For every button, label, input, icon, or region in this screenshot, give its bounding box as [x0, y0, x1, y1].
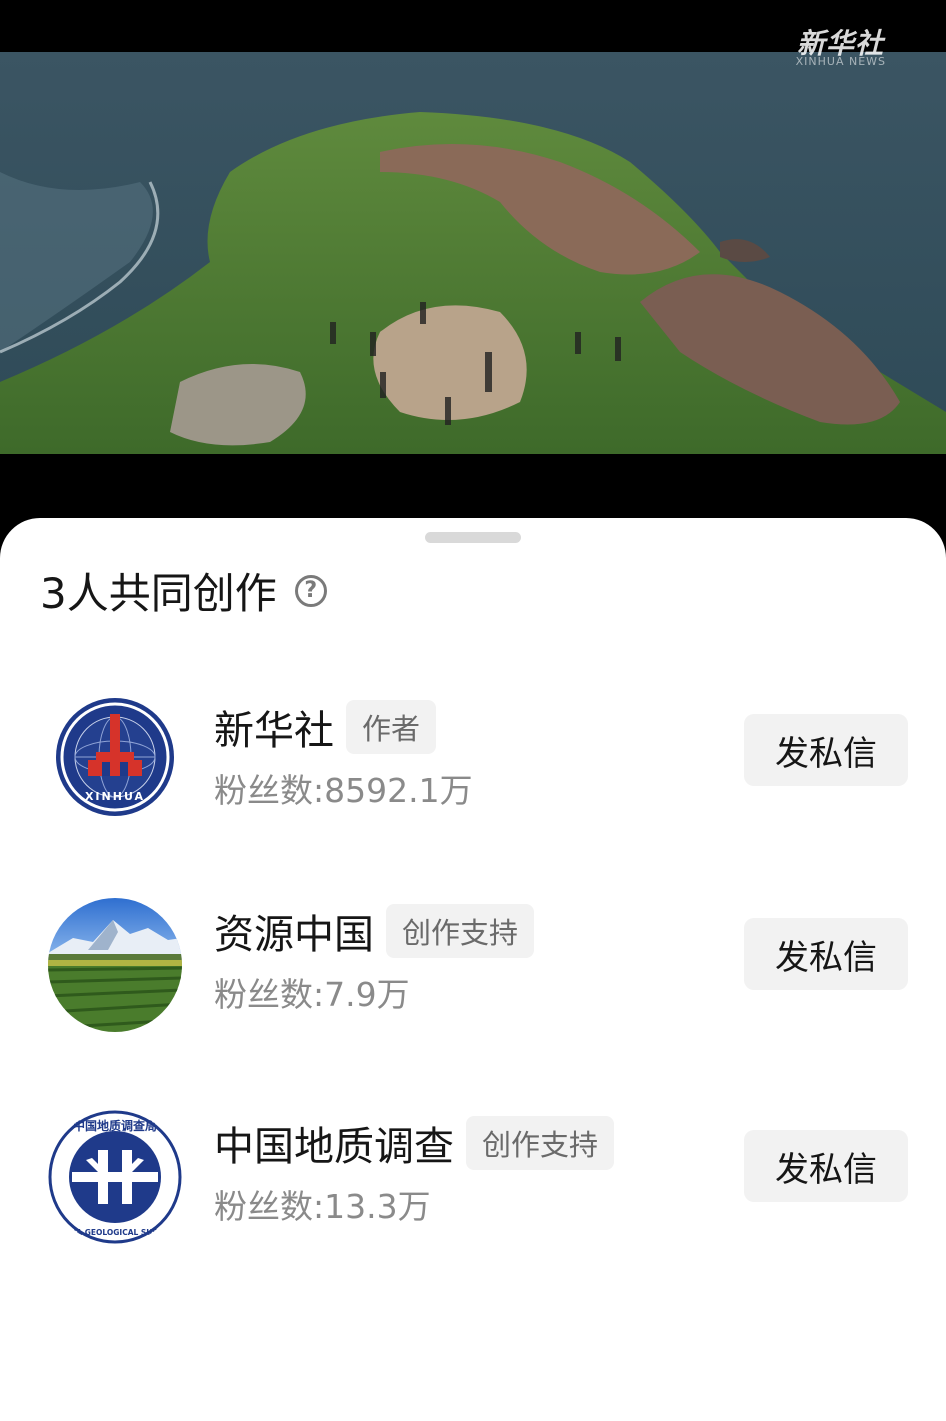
- fans-count: 粉丝数:13.3万: [214, 1187, 431, 1226]
- send-message-button[interactable]: 发私信: [744, 714, 908, 786]
- name-row: 新华社 作者: [214, 698, 473, 756]
- news-watermark-sub: XINHUA NEWS: [795, 55, 886, 68]
- sheet-header: 3人共同创作 ?: [40, 560, 327, 621]
- sheet-drag-handle[interactable]: [425, 532, 521, 543]
- china-geological-survey-logo-icon: 中国地质调查局 CHINA GEOLOGICAL SURVEY: [48, 1110, 182, 1244]
- help-circle-icon[interactable]: ?: [294, 574, 327, 607]
- creator-info: 新华社 作者 粉丝数:8592.1万: [214, 698, 473, 812]
- avatar[interactable]: XINHUA: [54, 696, 176, 818]
- creator-info: 中国地质调查 创作支持 粉丝数:13.3万: [214, 1114, 615, 1228]
- send-message-button[interactable]: 发私信: [744, 1130, 908, 1202]
- video-frame-image: [0, 52, 946, 454]
- co-creators-sheet: 3人共同创作 ? XINHUA 新华社 作者 粉丝数:8592.1万 发私信 资…: [0, 518, 946, 1421]
- xinhua-logo-icon: XINHUA: [56, 698, 174, 816]
- logo-text-top: 中国地质调查局: [73, 1118, 157, 1133]
- mountain-field-photo-icon: [48, 898, 182, 1032]
- fans-count: 粉丝数:7.9万: [214, 975, 410, 1014]
- role-tag: 创作支持: [386, 904, 535, 958]
- logo-text-bottom: CHINA GEOLOGICAL SURVEY: [55, 1228, 175, 1237]
- role-tag: 创作支持: [466, 1116, 615, 1170]
- avatar[interactable]: 中国地质调查局 CHINA GEOLOGICAL SURVEY: [48, 1110, 182, 1244]
- send-message-button[interactable]: 发私信: [744, 918, 908, 990]
- creator-name[interactable]: 资源中国: [214, 902, 374, 960]
- creator-info: 资源中国 创作支持 粉丝数:7.9万: [214, 902, 535, 1016]
- name-row: 中国地质调查 创作支持: [214, 1114, 615, 1172]
- fans-count: 粉丝数:8592.1万: [214, 771, 473, 810]
- video-player[interactable]: 新华社 XINHUA NEWS: [0, 0, 946, 540]
- sheet-title: 3人共同创作: [40, 569, 277, 618]
- creator-row[interactable]: XINHUA 新华社 作者 粉丝数:8592.1万 发私信: [0, 694, 946, 844]
- creator-row[interactable]: 中国地质调查局 CHINA GEOLOGICAL SURVEY 中国地质调查 创…: [0, 1110, 946, 1260]
- name-row: 资源中国 创作支持: [214, 902, 535, 960]
- creator-name[interactable]: 新华社: [214, 698, 334, 756]
- creator-name[interactable]: 中国地质调查: [214, 1114, 454, 1172]
- creator-row[interactable]: 资源中国 创作支持 粉丝数:7.9万 发私信: [0, 898, 946, 1048]
- svg-text:XINHUA: XINHUA: [85, 790, 145, 803]
- role-tag: 作者: [346, 700, 437, 754]
- avatar[interactable]: [48, 898, 182, 1032]
